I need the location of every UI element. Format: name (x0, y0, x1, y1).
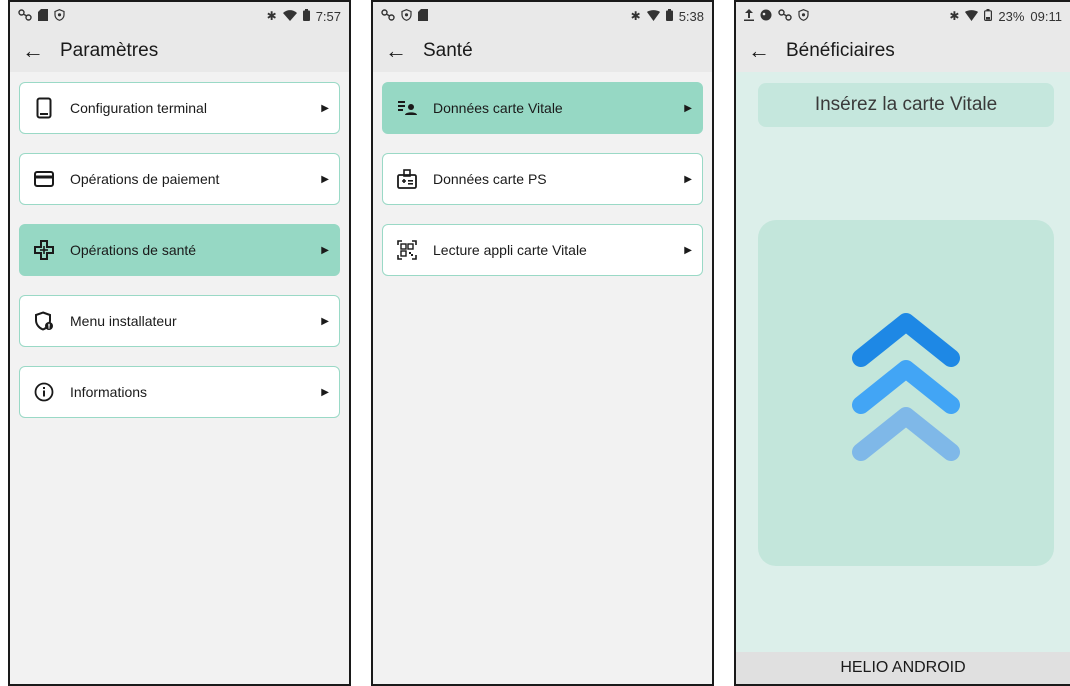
sd-card-icon (418, 9, 428, 23)
chevron-right-icon: ▶ (684, 102, 692, 114)
card-reader-panel: Insérez la carte Vitale (736, 72, 1070, 652)
insert-card-chevrons-icon (852, 313, 960, 461)
app-icon (760, 9, 772, 23)
bluetooth-icon: ✱ (266, 9, 277, 23)
back-arrow-icon[interactable]: ← (748, 40, 770, 62)
menu-item-label: Lecture appli carte Vitale (433, 242, 587, 258)
menu-item-label: Opérations de paiement (70, 171, 220, 187)
info-icon (32, 380, 56, 404)
sd-card-icon (38, 9, 48, 23)
medical-badge-icon (395, 167, 419, 191)
bluetooth-icon: ✱ (949, 9, 960, 23)
footer-brand: HELIO ANDROID (736, 652, 1070, 684)
menu-item-label: Données carte Vitale (433, 100, 563, 116)
patient-card-icon (395, 96, 419, 120)
menu-item-donnees-carte-ps[interactable]: Données carte PS ▶ (382, 153, 703, 205)
page-title: Paramètres (60, 40, 159, 61)
screen-parametres: ✱ 7:57 ← Paramètres Configuration termin… (8, 0, 351, 686)
clock: 09:11 (1030, 8, 1062, 24)
menu-item-menu-installateur[interactable]: Menu installateur ▶ (19, 295, 340, 347)
clock: 5:38 (678, 8, 704, 24)
bluetooth-icon: ✱ (630, 9, 641, 23)
wifi-icon (282, 9, 297, 23)
upload-icon (744, 9, 754, 23)
settings-menu: Configuration terminal ▶ Opérations de p… (10, 72, 349, 418)
chevron-right-icon: ▶ (684, 173, 692, 185)
signal-icon (646, 9, 660, 23)
link-icon (18, 9, 32, 23)
menu-item-label: Menu installateur (70, 313, 177, 329)
back-arrow-icon[interactable]: ← (385, 40, 407, 62)
menu-item-configuration-terminal[interactable]: Configuration terminal ▶ (19, 82, 340, 134)
sante-menu: Données carte Vitale ▶ Données carte PS … (373, 72, 712, 276)
menu-item-operations-paiement[interactable]: Opérations de paiement ▶ (19, 153, 340, 205)
battery-percent: 23% (998, 8, 1025, 24)
status-bar: ✱ 7:57 (10, 2, 349, 30)
menu-item-lecture-appli-carte-vitale[interactable]: Lecture appli carte Vitale ▶ (382, 224, 703, 276)
health-cross-icon (32, 238, 56, 262)
chevron-right-icon: ▶ (321, 386, 329, 398)
menu-item-label: Données carte PS (433, 171, 547, 187)
link-icon (381, 9, 395, 23)
shield-icon (54, 9, 65, 23)
credit-card-icon (32, 167, 56, 191)
battery-icon (665, 9, 673, 23)
signal-icon (965, 9, 979, 23)
page-title: Bénéficiaires (786, 40, 895, 61)
chevron-right-icon: ▶ (321, 102, 329, 114)
screen-sante: ✱ 5:38 ← Santé Données carte Vitale ▶ Do… (371, 0, 714, 686)
app-bar: ← Santé (373, 30, 712, 72)
terminal-icon (32, 96, 56, 120)
status-bar: ✱ 5:38 (373, 2, 712, 30)
menu-item-label: Opérations de santé (70, 242, 197, 258)
page-title: Santé (423, 40, 473, 61)
menu-item-donnees-carte-vitale[interactable]: Données carte Vitale ▶ (382, 82, 703, 134)
clock: 7:57 (315, 8, 341, 24)
battery-icon (302, 9, 310, 23)
chevron-right-icon: ▶ (321, 315, 329, 327)
menu-item-operations-sante[interactable]: Opérations de santé ▶ (19, 224, 340, 276)
card-slot-area (758, 220, 1054, 566)
back-arrow-icon[interactable]: ← (22, 40, 44, 62)
qr-scan-icon (395, 238, 419, 262)
link-icon (778, 9, 792, 23)
shield-icon (401, 9, 412, 23)
menu-item-label: Informations (70, 384, 148, 400)
menu-item-label: Configuration terminal (70, 100, 207, 116)
chevron-right-icon: ▶ (321, 173, 329, 185)
insert-card-prompt: Insérez la carte Vitale (758, 83, 1054, 127)
chevron-right-icon: ▶ (684, 244, 692, 256)
screen-beneficiaires: ✱ 23% 09:11 ← Bénéficiaires Insérez la c… (734, 0, 1070, 686)
battery-icon (984, 9, 993, 23)
app-bar: ← Paramètres (10, 30, 349, 72)
chevron-right-icon: ▶ (321, 244, 329, 256)
installer-shield-icon (32, 309, 56, 333)
status-bar: ✱ 23% 09:11 (736, 2, 1070, 30)
app-bar: ← Bénéficiaires (736, 30, 1070, 72)
shield-icon (798, 9, 809, 23)
menu-item-informations[interactable]: Informations ▶ (19, 366, 340, 418)
